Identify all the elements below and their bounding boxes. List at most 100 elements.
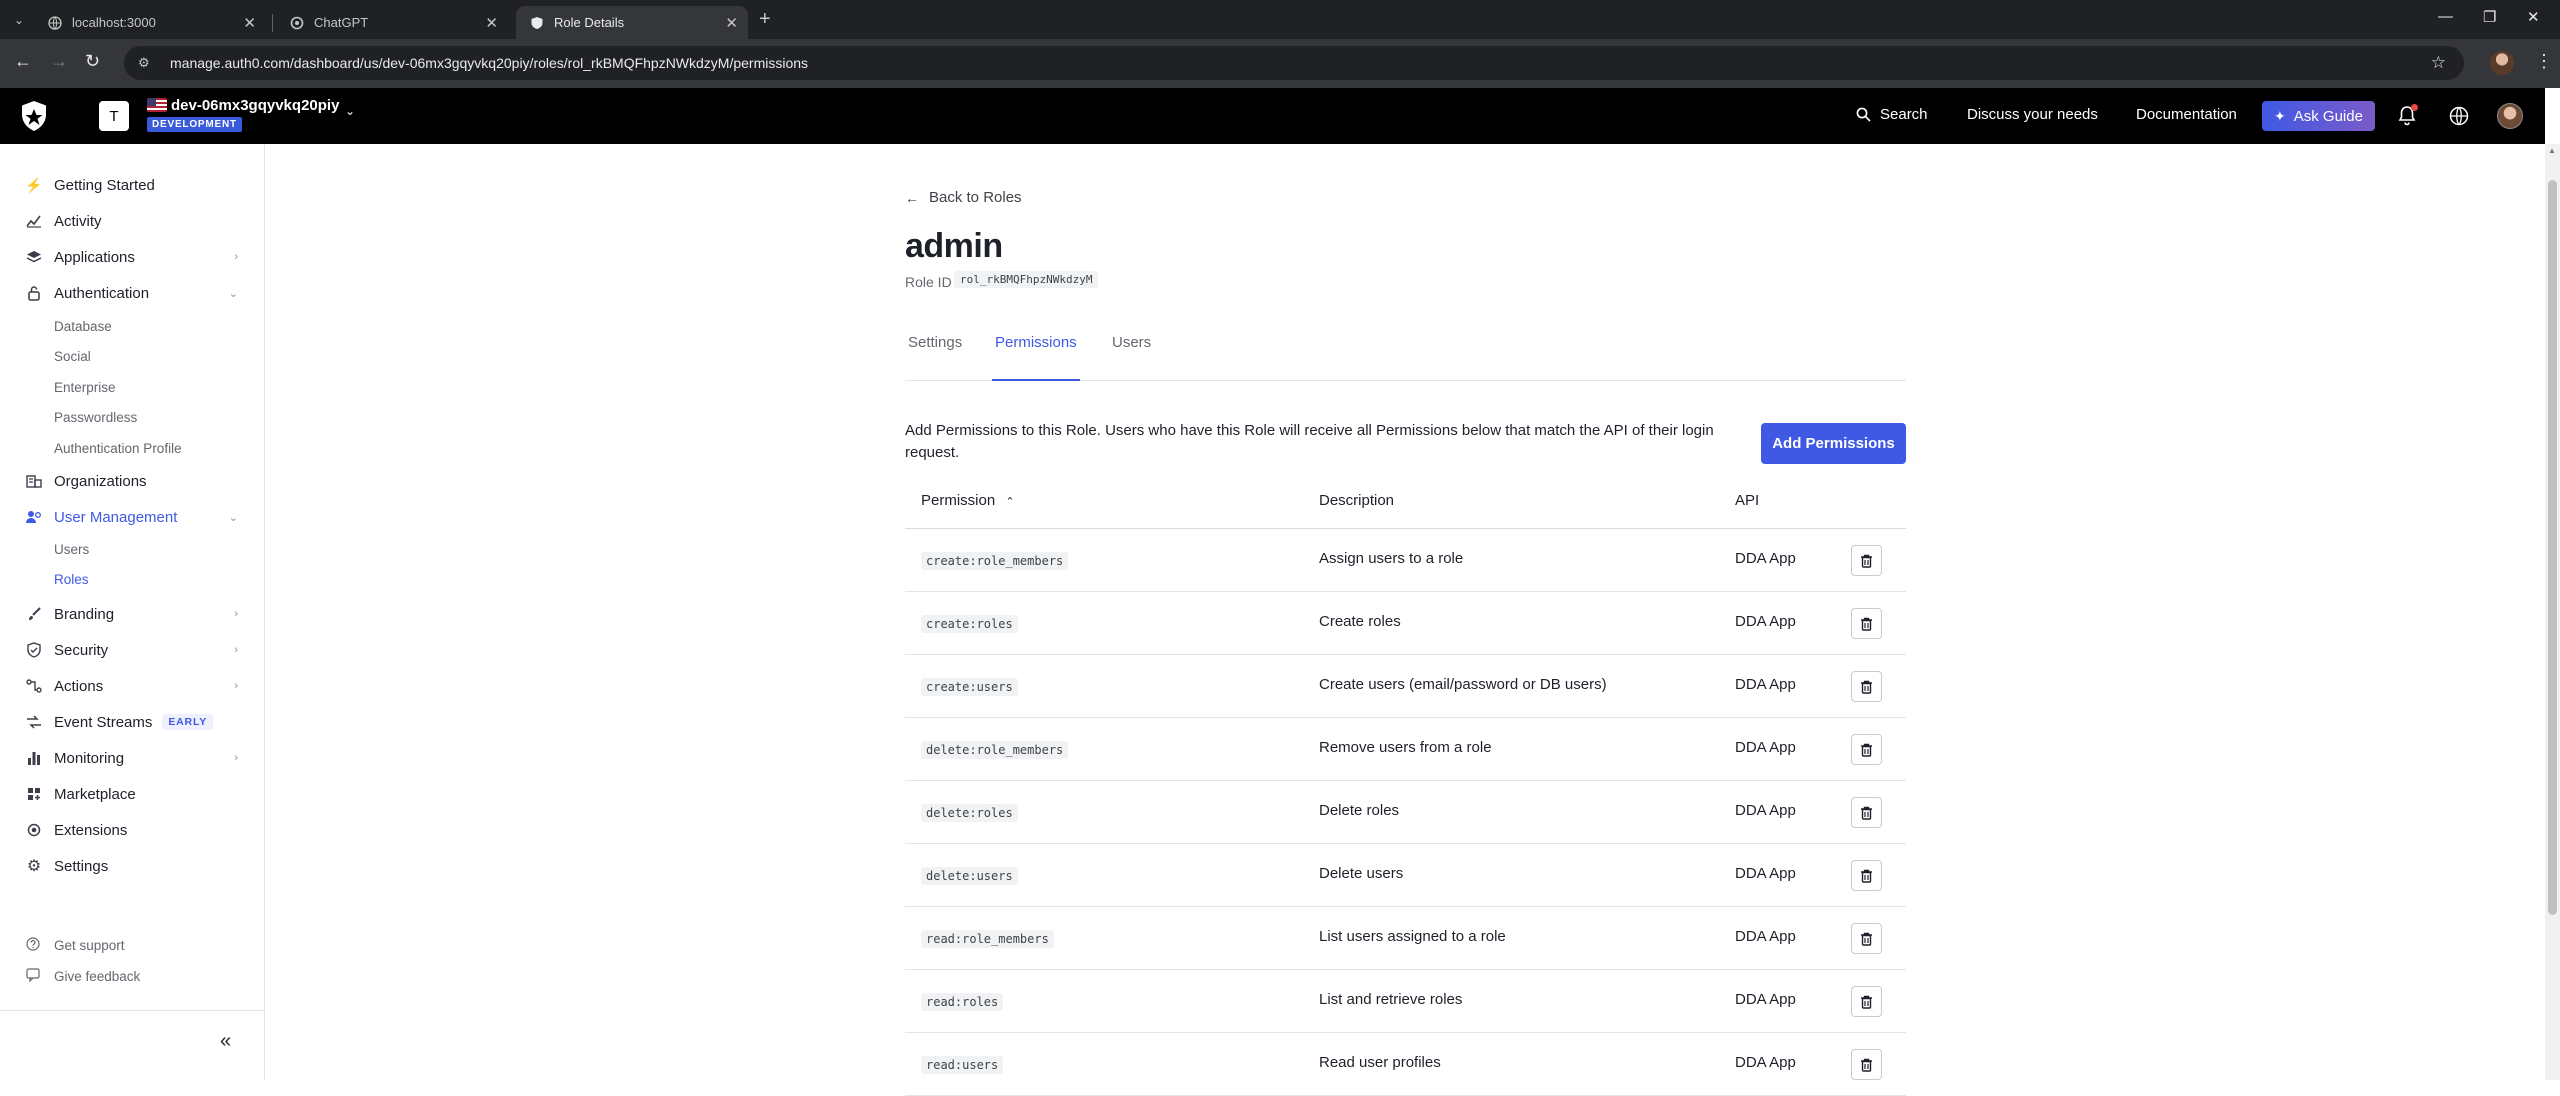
sidebar-item-event-streams[interactable]: Event Streams EARLY bbox=[0, 705, 264, 739]
delete-permission-button[interactable] bbox=[1851, 608, 1882, 639]
documentation-link[interactable]: Documentation bbox=[2136, 106, 2237, 123]
ask-guide-button[interactable]: ✦ Ask Guide bbox=[2262, 101, 2375, 131]
new-tab-plus-icon[interactable]: + bbox=[759, 8, 771, 31]
table-row: delete:roles Delete roles DDA App bbox=[905, 781, 1906, 844]
actions-flow-icon bbox=[26, 678, 42, 694]
sidebar-sub-database[interactable]: Database bbox=[54, 319, 112, 334]
tab-search-chevron-icon[interactable]: ⌄ bbox=[8, 9, 30, 31]
more-menu-icon[interactable]: ⋮ bbox=[2535, 51, 2553, 72]
delete-permission-button[interactable] bbox=[1851, 986, 1882, 1017]
restore-icon[interactable]: ❐ bbox=[2483, 8, 2496, 26]
delete-permission-button[interactable] bbox=[1851, 1049, 1882, 1080]
add-permissions-button[interactable]: Add Permissions bbox=[1761, 423, 1906, 464]
permission-api: DDA App bbox=[1735, 928, 1796, 945]
trash-icon bbox=[1861, 680, 1872, 694]
tab-settings[interactable]: Settings bbox=[905, 334, 965, 381]
sidebar-sub-roles[interactable]: Roles bbox=[54, 572, 89, 587]
table-row: read:users Read user profiles DDA App bbox=[905, 1033, 1906, 1096]
back-arrow-icon[interactable]: ← bbox=[14, 51, 32, 72]
bookmark-star-icon[interactable]: ☆ bbox=[2431, 53, 2446, 73]
search-label: Search bbox=[1880, 106, 1928, 123]
permission-api: DDA App bbox=[1735, 865, 1796, 882]
back-to-roles-link[interactable]: ← Back to Roles bbox=[905, 189, 1022, 206]
delete-permission-button[interactable] bbox=[1851, 734, 1882, 765]
search-button[interactable]: Search bbox=[1856, 106, 1928, 123]
browser-tab-localhost[interactable]: localhost:3000 ✕ bbox=[34, 6, 266, 39]
browser-tab-chatgpt[interactable]: ChatGPT ✕ bbox=[276, 6, 508, 39]
sidebar-item-actions[interactable]: Actions › bbox=[0, 669, 264, 703]
table-row: create:role_members Assign users to a ro… bbox=[905, 529, 1906, 592]
sidebar-sub-authentication-profile[interactable]: Authentication Profile bbox=[54, 441, 182, 456]
permission-description: List users assigned to a role bbox=[1319, 928, 1506, 945]
get-support-link[interactable]: Get support bbox=[26, 937, 125, 954]
main-content: ← Back to Roles admin Role ID rol_rkBMQF… bbox=[266, 144, 2545, 1096]
auth0-logo-icon[interactable] bbox=[20, 100, 48, 132]
auth0-shield-icon bbox=[530, 16, 544, 30]
sidebar-item-marketplace[interactable]: Marketplace bbox=[0, 777, 264, 811]
column-header-api: API bbox=[1735, 492, 1760, 509]
sidebar-sub-social[interactable]: Social bbox=[54, 349, 91, 364]
window-close-icon[interactable]: ✕ bbox=[2527, 8, 2540, 26]
scroll-up-arrow-icon[interactable]: ▲ bbox=[2548, 146, 2556, 155]
close-icon[interactable]: ✕ bbox=[485, 14, 498, 32]
collapse-sidebar-icon[interactable]: « bbox=[220, 1030, 231, 1053]
chevron-right-icon: › bbox=[234, 752, 238, 764]
delete-permission-button[interactable] bbox=[1851, 860, 1882, 891]
sidebar-item-label: Applications bbox=[54, 248, 135, 266]
browser-tab-role-details[interactable]: Role Details ✕ bbox=[516, 6, 748, 39]
sidebar-item-applications[interactable]: Applications › bbox=[0, 240, 264, 274]
reload-icon[interactable]: ↻ bbox=[85, 51, 100, 72]
sidebar-item-extensions[interactable]: Extensions bbox=[0, 813, 264, 847]
close-icon[interactable]: ✕ bbox=[243, 14, 256, 32]
tab-permissions[interactable]: Permissions bbox=[992, 334, 1080, 381]
permission-name: create:roles bbox=[921, 615, 1018, 633]
chevron-down-icon: ⌄ bbox=[228, 511, 238, 524]
delete-permission-button[interactable] bbox=[1851, 671, 1882, 702]
delete-permission-button[interactable] bbox=[1851, 797, 1882, 828]
site-settings-icon[interactable]: ⚙ bbox=[138, 55, 156, 71]
language-globe-icon[interactable] bbox=[2448, 105, 2470, 127]
trash-icon bbox=[1861, 806, 1872, 820]
sidebar-item-monitoring[interactable]: Monitoring › bbox=[0, 741, 264, 775]
trash-icon bbox=[1861, 932, 1872, 946]
forward-arrow-icon[interactable]: → bbox=[50, 51, 68, 72]
profile-avatar[interactable] bbox=[2490, 51, 2514, 75]
sidebar-item-security[interactable]: Security › bbox=[0, 633, 264, 667]
address-bar[interactable]: ⚙ manage.auth0.com/dashboard/us/dev-06mx… bbox=[124, 46, 2464, 80]
users-icon bbox=[26, 509, 42, 525]
close-icon[interactable]: ✕ bbox=[725, 14, 738, 32]
sidebar-item-organizations[interactable]: Organizations bbox=[0, 464, 264, 498]
permission-api: DDA App bbox=[1735, 676, 1796, 693]
permission-description: Delete roles bbox=[1319, 802, 1400, 819]
tenant-name[interactable]: dev-06mx3gqyvkq20piy bbox=[171, 97, 339, 114]
tab-users[interactable]: Users bbox=[1109, 334, 1154, 381]
give-feedback-label: Give feedback bbox=[54, 969, 141, 984]
notification-dot bbox=[2411, 104, 2418, 111]
scrollbar-thumb[interactable] bbox=[2548, 180, 2557, 915]
sidebar-sub-passwordless[interactable]: Passwordless bbox=[54, 410, 137, 425]
role-tabs: Settings Permissions Users bbox=[905, 334, 1906, 381]
trash-icon bbox=[1861, 1058, 1872, 1072]
give-feedback-link[interactable]: Give feedback bbox=[26, 968, 140, 985]
sidebar-item-settings[interactable]: ⚙ Settings bbox=[0, 849, 264, 883]
role-id-value[interactable]: rol_rkBMQFhpzNWkdzyM bbox=[954, 271, 1099, 288]
sidebar-sub-users[interactable]: Users bbox=[54, 542, 89, 557]
user-avatar[interactable] bbox=[2497, 103, 2523, 129]
sidebar-item-authentication[interactable]: Authentication ⌄ bbox=[0, 276, 264, 310]
minimize-icon[interactable]: — bbox=[2438, 8, 2453, 25]
tenant-avatar[interactable]: T bbox=[99, 101, 129, 131]
chevron-down-icon[interactable]: ⌄ bbox=[345, 104, 355, 118]
delete-permission-button[interactable] bbox=[1851, 923, 1882, 954]
sidebar-item-activity[interactable]: Activity bbox=[0, 204, 264, 238]
event-streams-icon bbox=[26, 714, 42, 730]
help-circle-icon bbox=[26, 937, 42, 954]
sidebar-item-branding[interactable]: Branding › bbox=[0, 597, 264, 631]
sidebar-sub-enterprise[interactable]: Enterprise bbox=[54, 380, 116, 395]
back-label: Back to Roles bbox=[929, 189, 1022, 206]
column-header-permission[interactable]: Permission ⌃ bbox=[921, 492, 1015, 509]
discuss-needs-link[interactable]: Discuss your needs bbox=[1967, 106, 2098, 123]
delete-permission-button[interactable] bbox=[1851, 545, 1882, 576]
sidebar-item-getting-started[interactable]: ⚡ Getting Started bbox=[0, 168, 264, 202]
chevron-right-icon: › bbox=[234, 644, 238, 656]
sidebar-item-user-management[interactable]: User Management ⌄ bbox=[0, 500, 264, 534]
